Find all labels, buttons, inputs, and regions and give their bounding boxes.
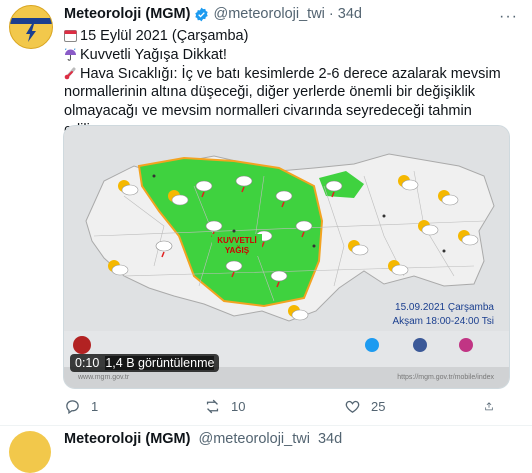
more-options-button[interactable]: ··· bbox=[499, 8, 518, 26]
next-time: 34d bbox=[317, 431, 343, 447]
view-count: 1,4 B görüntülenme bbox=[105, 356, 215, 370]
retweet-button[interactable]: 10 bbox=[204, 396, 344, 416]
timestamp[interactable]: 34d bbox=[338, 6, 362, 22]
weather-map: KUVVETLİ YAĞIŞ 15.09.2021 Çarşamba Akşam… bbox=[64, 126, 509, 388]
reply-button[interactable]: 1 bbox=[64, 396, 204, 416]
retweet-count: 10 bbox=[231, 398, 246, 414]
map-time-caption: Akşam 18:00-24:00 Tsi bbox=[392, 316, 494, 327]
footer-left: www.mgm.gov.tr bbox=[77, 374, 130, 381]
thermometer-icon bbox=[64, 67, 76, 79]
action-bar: 1 10 25 bbox=[64, 396, 504, 416]
video-player[interactable]: KUVVETLİ YAĞIŞ 15.09.2021 Çarşamba Akşam… bbox=[63, 125, 510, 389]
warning-line: Kuvvetli Yağışa Dikkat! bbox=[64, 46, 524, 65]
share-icon bbox=[485, 401, 493, 410]
calendar-icon bbox=[64, 30, 77, 42]
video-info-badge: 0:10 1,4 B görüntülenme bbox=[70, 354, 220, 372]
tweet-text: 15 Eylül 2021 (Çarşamba) Kuvvetli Yağışa… bbox=[64, 27, 524, 140]
verified-badge-icon bbox=[195, 7, 209, 21]
retweet-icon bbox=[206, 399, 219, 413]
next-tweet-avatar[interactable] bbox=[9, 431, 51, 473]
lightning-icon bbox=[26, 24, 36, 42]
reply-count: 1 bbox=[91, 398, 99, 414]
share-button[interactable] bbox=[484, 396, 504, 416]
handle[interactable]: @meteoroloji_twi bbox=[213, 6, 324, 22]
video-duration: 0:10 bbox=[75, 356, 100, 370]
footer-right: https://mgm.gov.tr/mobile/index bbox=[397, 374, 494, 381]
mgm-logo-icon bbox=[73, 336, 91, 354]
like-button[interactable]: 25 bbox=[344, 396, 484, 416]
avatar[interactable] bbox=[9, 5, 53, 49]
date-text: 15 Eylül 2021 (Çarşamba) bbox=[80, 28, 249, 44]
map-date-caption: 15.09.2021 Çarşamba bbox=[395, 302, 494, 313]
umbrella-rain-icon bbox=[65, 48, 76, 61]
separator-dot: · bbox=[328, 6, 334, 22]
like-count: 25 bbox=[371, 398, 386, 414]
map-label-line2: YAĞIŞ bbox=[225, 246, 250, 255]
reply-icon bbox=[66, 399, 79, 414]
display-name[interactable]: Meteoroloji (MGM) bbox=[64, 6, 190, 22]
tweet[interactable]: Meteoroloji (MGM) @meteoroloji_twi · 34d… bbox=[0, 0, 532, 426]
tweet-header: Meteoroloji (MGM) @meteoroloji_twi · 34d bbox=[64, 6, 362, 22]
facebook-icon bbox=[413, 338, 427, 352]
warning-text: Kuvvetli Yağışa Dikkat! bbox=[80, 46, 227, 63]
instagram-icon bbox=[459, 338, 473, 352]
next-handle: @meteoroloji_twi bbox=[198, 431, 310, 447]
date-line: 15 Eylül 2021 (Çarşamba) bbox=[64, 27, 524, 46]
next-display-name: Meteoroloji (MGM) bbox=[64, 431, 191, 447]
next-tweet-header[interactable]: Meteoroloji (MGM) @meteoroloji_twi 34d bbox=[64, 431, 342, 447]
twitter-icon bbox=[365, 338, 379, 352]
map-label-line1: KUVVETLİ bbox=[217, 236, 257, 245]
heart-icon bbox=[345, 400, 360, 413]
